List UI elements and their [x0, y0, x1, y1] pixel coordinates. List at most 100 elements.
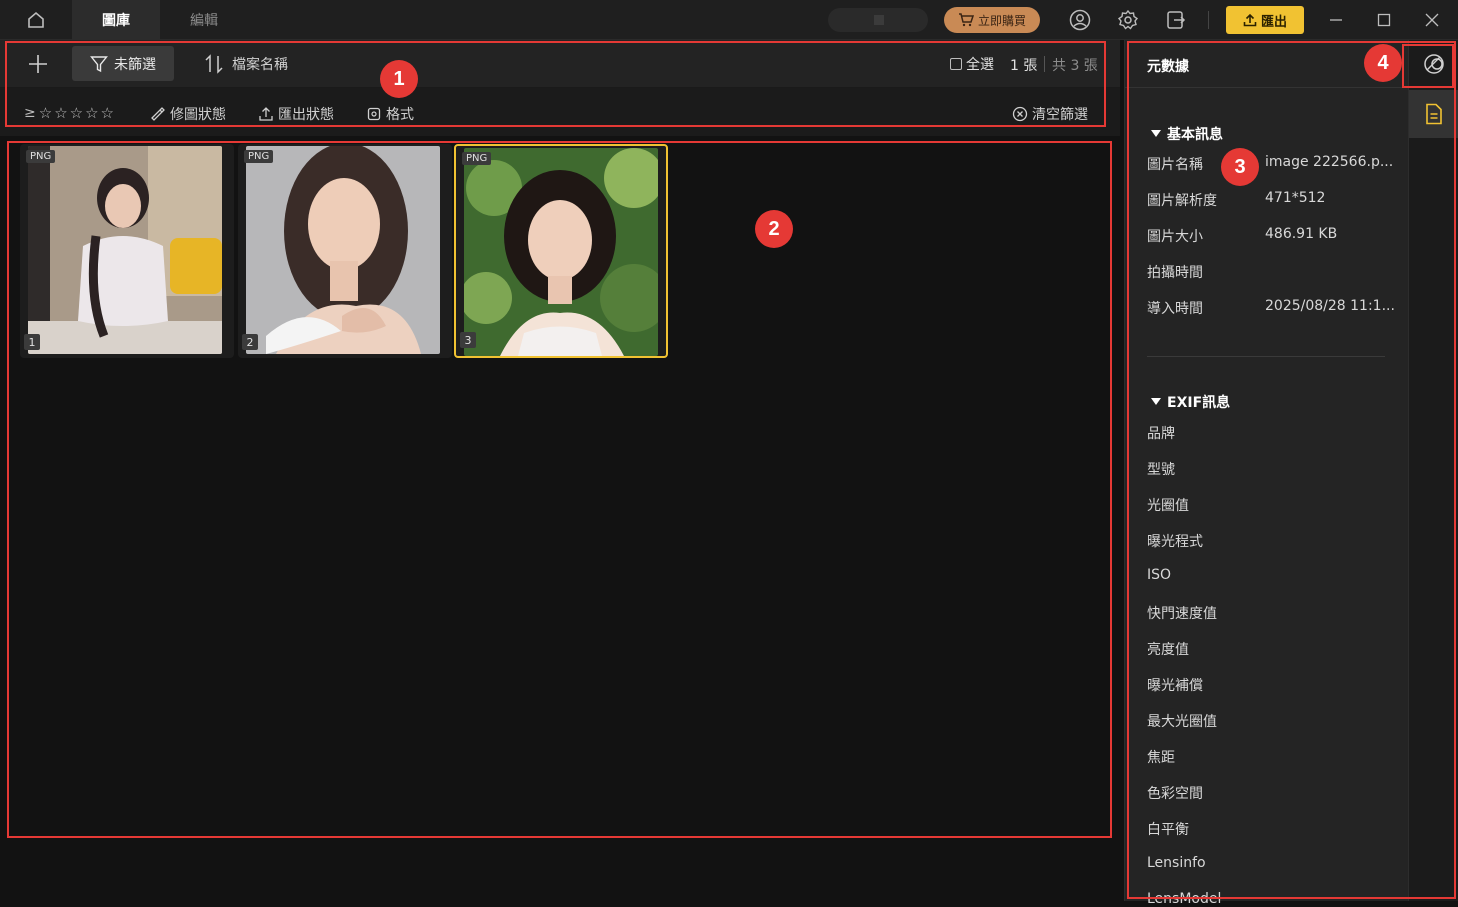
cart-icon [958, 13, 974, 27]
compare-toggle-button[interactable] [1409, 40, 1458, 88]
exif-label: 色彩空間 [1147, 786, 1203, 802]
star-icon[interactable]: ☆ [54, 104, 67, 122]
index-badge: 3 [460, 332, 476, 348]
clear-filter-button[interactable]: 清空篩選 [1012, 104, 1088, 124]
exif-label: 最大光圈值 [1147, 714, 1217, 730]
titlebar-divider [1208, 11, 1209, 29]
add-button[interactable] [24, 52, 52, 76]
caret-down-icon [1151, 398, 1161, 405]
clear-circle-icon [1012, 106, 1028, 122]
exif-label: 曝光補償 [1147, 678, 1203, 694]
annotation-number-1: 1 [380, 60, 418, 98]
file-type-badge: PNG [462, 152, 492, 165]
account-button[interactable] [1068, 8, 1092, 32]
metadata-tab-button[interactable] [1409, 90, 1458, 138]
home-icon [28, 11, 44, 28]
filter-button[interactable]: 未篩選 [72, 46, 174, 81]
star-icon[interactable]: ☆ [70, 104, 83, 122]
buy-now-label: 立即購買 [977, 13, 1026, 28]
basic-info-heading: 基本訊息 [1167, 127, 1223, 143]
select-all-label: 全選 [966, 57, 994, 73]
meta-label: 圖片名稱 [1147, 157, 1203, 173]
home-button[interactable] [18, 8, 54, 32]
brush-icon [151, 107, 165, 121]
buy-now-button[interactable]: 立即購買 [944, 7, 1040, 33]
exif-label: LensModel [1147, 891, 1222, 907]
selected-count: 1 張 [1010, 58, 1038, 74]
meta-value: image 222566.p... [1265, 154, 1394, 170]
exit-icon [1167, 11, 1186, 29]
edit-status-filter[interactable]: 修圖狀態 [150, 104, 226, 124]
section-divider [1147, 356, 1385, 357]
filter-label: 未篩選 [114, 56, 156, 73]
exif-section-toggle[interactable]: EXIF訊息 [1151, 392, 1230, 412]
thumbnail-card[interactable]: PNG 2 [238, 144, 452, 358]
meta-label: 拍攝時間 [1147, 265, 1203, 281]
tab-gallery[interactable]: 圖庫 [72, 0, 160, 40]
export-icon [259, 107, 273, 121]
metadata-panel: 元數據 基本訊息 圖片名稱 image 222566.p... 圖片解析度 471*5… [1124, 40, 1409, 907]
total-count: 共 3 張 [1052, 58, 1098, 74]
exif-label: Lensinfo [1147, 855, 1206, 871]
clear-filter-label: 清空篩選 [1032, 107, 1088, 123]
file-format-icon [367, 107, 381, 121]
tab-edit[interactable]: 編輯 [160, 0, 248, 40]
export-button[interactable]: 匯出 [1226, 6, 1304, 34]
right-rail [1408, 40, 1458, 901]
maximize-button[interactable] [1372, 8, 1396, 32]
panel-title: 元數據 [1147, 59, 1189, 75]
document-icon [1426, 103, 1442, 125]
file-type-badge: PNG [26, 150, 56, 163]
index-badge: 2 [242, 334, 258, 350]
checkbox-box [950, 58, 962, 70]
format-filter[interactable]: 格式 [366, 104, 414, 124]
photo-thumbnail [464, 148, 658, 356]
select-all-checkbox[interactable]: 全選 [950, 54, 994, 74]
minimize-button[interactable] [1324, 8, 1348, 32]
rating-stars: ☆ ☆ ☆ ☆ ☆ [39, 104, 114, 122]
meta-label: 圖片解析度 [1147, 193, 1217, 209]
exif-label: 品牌 [1147, 426, 1175, 442]
index-badge: 1 [24, 334, 40, 350]
thumbnail-card-selected[interactable]: PNG 3 [454, 144, 668, 358]
export-status-filter[interactable]: 匯出狀態 [258, 104, 334, 124]
exif-label: 光圈值 [1147, 498, 1189, 514]
star-icon[interactable]: ☆ [101, 104, 114, 122]
sort-icon [205, 54, 223, 74]
rating-filter[interactable]: ≥ ☆ ☆ ☆ ☆ ☆ [24, 104, 114, 122]
gear-icon [1117, 9, 1139, 30]
basic-info-section-toggle[interactable]: 基本訊息 [1151, 124, 1223, 144]
image-grid: PNG 1 PNG 2 PNG 3 [0, 136, 1120, 901]
overlap-circles-icon [1424, 54, 1444, 74]
sign-out-button[interactable] [1164, 8, 1188, 32]
sort-button[interactable]: 檔案名稱 [204, 50, 288, 78]
meta-value: 2025/08/28 11:1... [1265, 298, 1395, 314]
count-divider [1044, 56, 1045, 72]
photo-thumbnail [246, 146, 440, 354]
user-icon [1069, 9, 1091, 31]
meta-label: 導入時間 [1147, 301, 1203, 317]
exif-label: 快門速度值 [1147, 606, 1217, 622]
sub-filter-bar: ≥ ☆ ☆ ☆ ☆ ☆ 修圖狀態 匯出狀態 格式 清空篩選 [0, 88, 1120, 136]
photo-thumbnail [28, 146, 222, 354]
annotation-number-4: 4 [1364, 44, 1402, 82]
close-icon [1425, 13, 1439, 27]
upload-icon [1243, 13, 1257, 27]
annotation-number-2: 2 [755, 210, 793, 248]
star-icon[interactable]: ☆ [85, 104, 98, 122]
funnel-icon [90, 55, 108, 72]
exif-label: ISO [1147, 567, 1172, 583]
filter-toolbar: 未篩選 檔案名稱 全選 1 張 共 3 張 [0, 40, 1120, 88]
thumbnail-card[interactable]: PNG 1 [20, 144, 234, 358]
settings-button[interactable] [1116, 8, 1140, 32]
meta-value: 486.91 KB [1265, 226, 1338, 242]
meta-label: 圖片大小 [1147, 229, 1203, 245]
star-icon[interactable]: ☆ [39, 104, 52, 122]
meta-value: 471*512 [1265, 190, 1326, 206]
close-button[interactable] [1420, 8, 1444, 32]
title-bar: 圖庫 編輯 立即購買 匯出 [0, 0, 1458, 40]
exif-label: 型號 [1147, 462, 1175, 478]
exif-label: 白平衡 [1147, 822, 1189, 838]
status-pill [828, 8, 928, 32]
annotation-number-3: 3 [1221, 148, 1259, 186]
